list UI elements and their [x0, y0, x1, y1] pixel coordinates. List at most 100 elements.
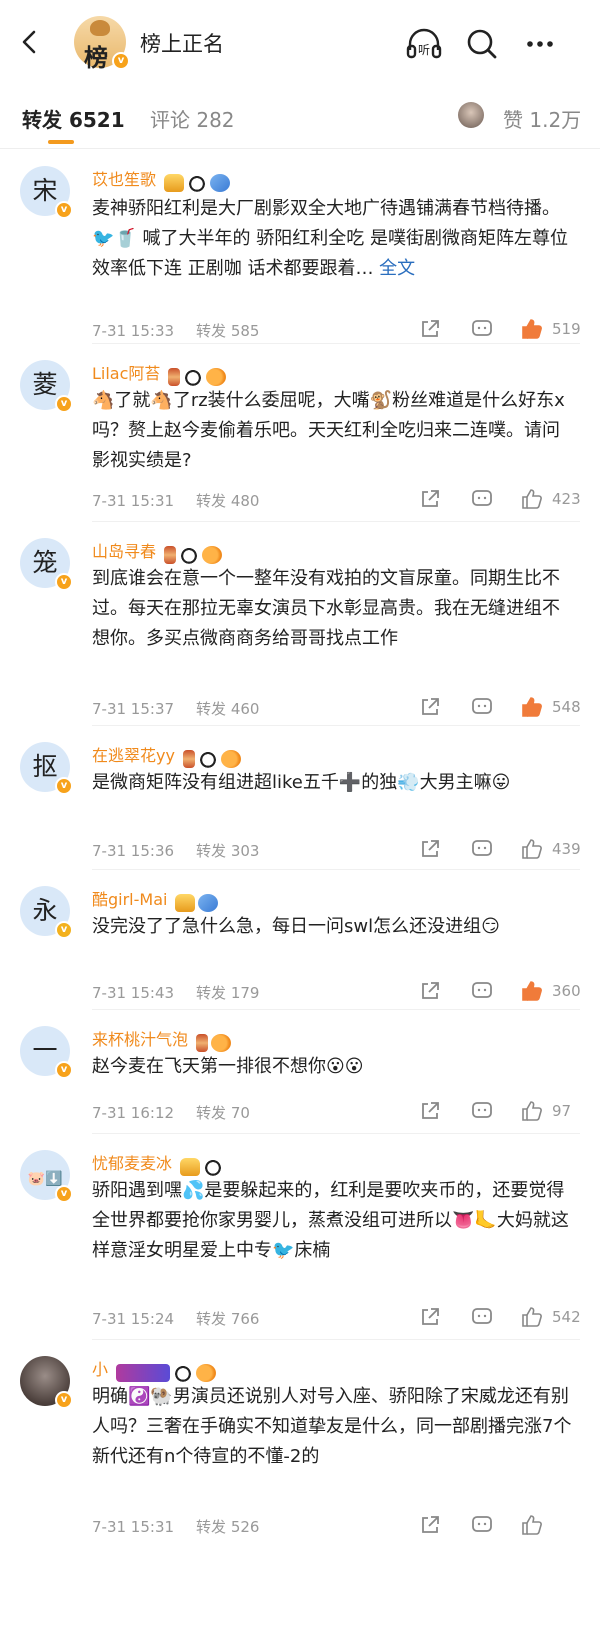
username-row[interactable]: 苡也笙歌	[92, 166, 233, 192]
like-thumb-icon[interactable]	[520, 837, 544, 861]
avatar-text: 一	[32, 1036, 58, 1065]
tab-like[interactable]: 赞 1.2万	[503, 104, 581, 133]
username[interactable]: 苡也笙歌	[92, 170, 156, 189]
verified-badge-icon: v	[55, 921, 73, 939]
like-count: 542	[552, 1308, 581, 1326]
username-row[interactable]: 小	[92, 1356, 219, 1382]
username[interactable]: 在逃翠花yy	[92, 746, 175, 765]
share-icon[interactable]	[418, 1099, 442, 1123]
comment-icon[interactable]	[470, 979, 494, 1003]
share-icon[interactable]	[418, 1513, 442, 1537]
expand-full-text-link[interactable]: 全文	[373, 258, 415, 279]
repost-item[interactable]: 永 v 酷girl-Mai 没完没了了急什么急，每日一问swl怎么还没进组😏 7-31 …	[0, 870, 600, 1010]
search-icon[interactable]	[462, 24, 502, 64]
comment-icon[interactable]	[470, 1305, 494, 1329]
user-avatar[interactable]: 🐷⬇️ v	[20, 1150, 73, 1203]
avatar-text: 永	[32, 896, 58, 925]
username-row[interactable]: 在逃翠花yy	[92, 742, 244, 768]
comment-icon[interactable]	[470, 1099, 494, 1123]
panda-badge-icon	[203, 1157, 224, 1176]
avatar-text: 🐷⬇️	[27, 1171, 63, 1187]
repost-count: 转发 179	[196, 984, 260, 1002]
comment-text: 麦神骄阳红利是大厂剧影双全大地广待遇铺满春节档待播。🐦🥤 喊了大半年的 骄阳红利…	[92, 194, 572, 284]
fish-badge-icon	[206, 367, 227, 386]
repost-item[interactable]: 笼 v 山岛寻春 到底谁会在意一个一整年没有戏拍的文盲尿童。同期生比不过。每天在那拉无…	[0, 522, 600, 726]
verified-badge-icon: v	[55, 573, 73, 591]
user-avatar[interactable]: 一v	[20, 1026, 73, 1079]
username[interactable]: 山岛寻春	[92, 542, 156, 561]
user-badges	[164, 544, 225, 564]
username[interactable]: 来杯桃汁气泡	[92, 1030, 188, 1049]
listen-headphones-icon[interactable]: 听	[404, 24, 444, 64]
comment-icon[interactable]	[470, 1513, 494, 1537]
repost-item[interactable]: 菱 v Lilac阿苔 🐴了就🐴了rz装什么委屈呢，大嘴🐒粉丝难道是什么好东x吗？赘上…	[0, 344, 600, 522]
username[interactable]: 忧郁麦麦冰	[92, 1154, 172, 1173]
user-avatar[interactable]: 永v	[20, 886, 73, 939]
account-avatar[interactable]: 榜 v	[74, 16, 130, 72]
like-count: 548	[552, 698, 581, 716]
like-thumb-icon[interactable]	[520, 1513, 544, 1537]
repost-item[interactable]: 宋 v 苡也笙歌麦神骄阳红利是大厂剧影双全大地广待遇铺满春节档待播。🐦🥤 喊了大半年…	[0, 150, 600, 344]
like-thumb-icon[interactable]	[520, 1305, 544, 1329]
like-thumb-icon[interactable]	[520, 979, 544, 1003]
avatar-text: 抠	[32, 752, 58, 781]
liker-avatar	[458, 102, 484, 128]
more-options-icon[interactable]	[520, 24, 560, 64]
avatar-text: 菱	[32, 370, 58, 399]
share-icon[interactable]	[418, 1305, 442, 1329]
username-row[interactable]: 来杯桃汁气泡	[92, 1026, 234, 1052]
fish-badge-icon	[220, 749, 241, 768]
comment-icon[interactable]	[470, 695, 494, 719]
like-thumb-icon[interactable]	[520, 487, 544, 511]
username-row[interactable]: 山岛寻春	[92, 538, 225, 564]
timestamp: 7-31 16:12	[92, 1104, 175, 1122]
share-icon[interactable]	[418, 487, 442, 511]
blue-badge-icon	[210, 173, 231, 192]
comment-text: 骄阳遇到嘿💦是要躲起来的，红利是要吹夹币的，还要觉得全世界都要抢你家男婴儿，蒸煮…	[92, 1176, 572, 1266]
comment-icon[interactable]	[470, 487, 494, 511]
username-row[interactable]: 酷girl-Mai	[92, 886, 221, 912]
user-avatar[interactable]: 宋v	[20, 166, 73, 219]
comment-body: 没完没了了急什么急，每日一问swl怎么还没进组😏	[92, 916, 500, 937]
user-avatar[interactable]: 抠v	[20, 742, 73, 795]
username-row[interactable]: Lilac阿苔	[92, 360, 229, 386]
username[interactable]: 小	[92, 1360, 108, 1379]
repost-item[interactable]: v 小明确☯️🐏男演员还说别人对号入座、骄阳除了宋威龙还有别人吗？三奢在手确实不知…	[0, 1340, 600, 1550]
repost-count: 转发 766	[196, 1310, 260, 1328]
share-icon[interactable]	[418, 837, 442, 861]
repost-count: 转发 303	[196, 842, 260, 860]
comment-meta: 7-31 15:24 转发 766	[92, 1308, 259, 1329]
user-avatar[interactable]: 笼v	[20, 538, 73, 591]
tab-repost[interactable]: 转发 6521	[22, 104, 125, 133]
username-row[interactable]: 忧郁麦麦冰	[92, 1150, 226, 1176]
like-count: 360	[552, 982, 581, 1000]
timestamp: 7-31 15:24	[92, 1310, 175, 1328]
share-icon[interactable]	[418, 979, 442, 1003]
like-thumb-icon[interactable]	[520, 695, 544, 719]
repost-item[interactable]: 抠 v 在逃翠花yy 是微商矩阵没有组进超like五千➕的独💨大男主嘛😛 7-31 15…	[0, 726, 600, 870]
repost-count: 转发 585	[196, 322, 260, 340]
comment-icon[interactable]	[470, 317, 494, 341]
tab-bar: 转发 6521 评论 282 赞 1.2万	[0, 88, 600, 150]
share-icon[interactable]	[418, 695, 442, 719]
repost-count: 转发 70	[196, 1104, 250, 1122]
hour-badge-icon	[182, 749, 195, 768]
tab-comment[interactable]: 评论 282	[150, 104, 235, 133]
repost-item[interactable]: 🐷⬇️ v 忧郁麦麦冰骄阳遇到嘿💦是要躲起来的，红利是要吹夹币的，还要觉得全世界都要…	[0, 1134, 600, 1340]
blue-badge-icon	[198, 893, 219, 912]
fish-badge-icon	[211, 1033, 232, 1052]
user-avatar[interactable]: 菱v	[20, 360, 73, 413]
panda-badge-icon	[173, 1363, 194, 1382]
username[interactable]: Lilac阿苔	[92, 364, 160, 383]
comment-icon[interactable]	[470, 837, 494, 861]
comment-meta: 7-31 15:43 转发 179	[92, 982, 259, 1003]
hour-badge-icon	[196, 1033, 209, 1052]
like-thumb-icon[interactable]	[520, 1099, 544, 1123]
share-icon[interactable]	[418, 317, 442, 341]
user-avatar[interactable]: v	[20, 1356, 73, 1409]
username[interactable]: 酷girl-Mai	[92, 890, 167, 909]
back-arrow-icon[interactable]	[14, 26, 46, 58]
comment-meta: 7-31 15:33 转发 585	[92, 320, 259, 341]
repost-item[interactable]: 一 v 来杯桃汁气泡 赵今麦在飞天第一排很不想你😮😮 7-31 16:12 转发 70 97	[0, 1010, 600, 1134]
like-thumb-icon[interactable]	[520, 317, 544, 341]
